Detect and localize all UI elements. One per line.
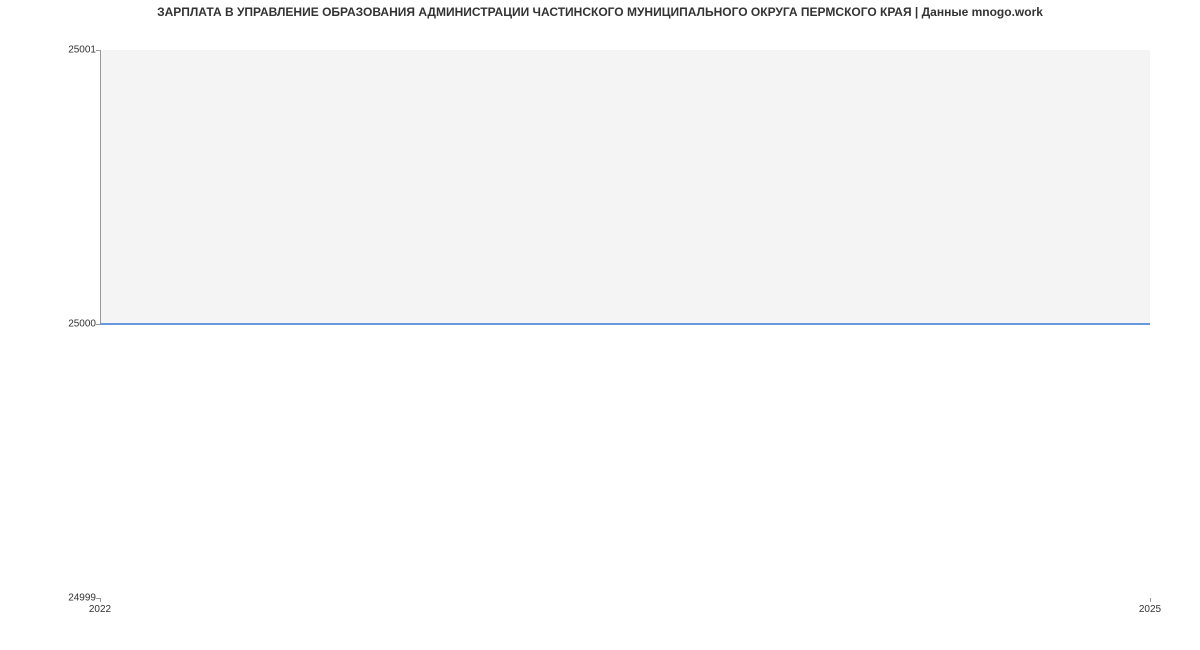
y-tick-label: 25001 [56, 45, 96, 56]
x-tick-label: 2025 [1139, 604, 1161, 615]
chart-title: ЗАРПЛАТА В УПРАВЛЕНИЕ ОБРАЗОВАНИЯ АДМИНИ… [0, 5, 1200, 19]
chart-container: ЗАРПЛАТА В УПРАВЛЕНИЕ ОБРАЗОВАНИЯ АДМИНИ… [0, 0, 1200, 650]
y-tick-label: 25000 [56, 319, 96, 330]
x-tick-label: 2022 [89, 604, 111, 615]
data-line [100, 323, 1150, 325]
y-tick-mark [96, 324, 100, 325]
x-tick-mark [1150, 598, 1151, 602]
y-tick-label: 24999 [56, 593, 96, 604]
x-tick-mark [100, 598, 101, 602]
y-tick-mark [96, 50, 100, 51]
plot-bottom-mask [100, 325, 1150, 598]
